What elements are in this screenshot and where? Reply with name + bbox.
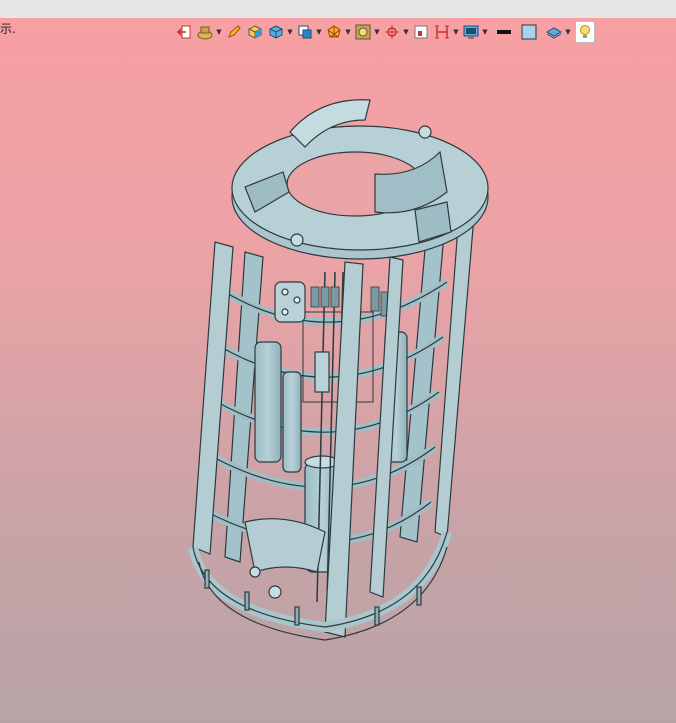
section-view-icon[interactable] — [411, 22, 431, 42]
wireframe-icon[interactable] — [324, 22, 344, 42]
render-style-icon[interactable] — [353, 22, 373, 42]
origin-dropdown-arrow[interactable]: ▼ — [402, 28, 410, 36]
layer-dropdown-arrow[interactable]: ▼ — [564, 28, 572, 36]
plane-dropdown-arrow[interactable]: ▼ — [452, 28, 460, 36]
wireframe-dropdown-arrow[interactable]: ▼ — [344, 28, 352, 36]
display-mode-icon[interactable] — [461, 22, 481, 42]
view-orientation-icon[interactable] — [295, 22, 315, 42]
exit-sketch-icon[interactable] — [174, 22, 194, 42]
title-strip — [0, 0, 676, 19]
layer-icon[interactable] — [544, 22, 564, 42]
cad-model-viewport-object[interactable] — [185, 92, 495, 642]
cylinder-cage-model — [188, 99, 489, 641]
material-icon[interactable] — [195, 22, 215, 42]
plane-icon[interactable] — [432, 22, 452, 42]
status-text: 示. — [0, 22, 16, 36]
display-mode-dropdown-arrow[interactable]: ▼ — [481, 28, 489, 36]
shaded-cube-icon[interactable] — [245, 22, 265, 42]
line-color-icon[interactable] — [494, 22, 514, 42]
view-cube-icon[interactable] — [266, 22, 286, 42]
material-dropdown-arrow[interactable]: ▼ — [215, 28, 223, 36]
view-orientation-dropdown-arrow[interactable]: ▼ — [315, 28, 323, 36]
view-toolbar: ▼ ▼ ▼ ▼ ▼ ▼ ▼ ▼ ▼ — [174, 21, 595, 43]
pencil-icon[interactable] — [224, 22, 244, 42]
lightbulb-icon[interactable] — [575, 21, 595, 43]
view-cube-dropdown-arrow[interactable]: ▼ — [286, 28, 294, 36]
render-style-dropdown-arrow[interactable]: ▼ — [373, 28, 381, 36]
origin-icon[interactable] — [382, 22, 402, 42]
fill-color-icon[interactable] — [519, 22, 539, 42]
